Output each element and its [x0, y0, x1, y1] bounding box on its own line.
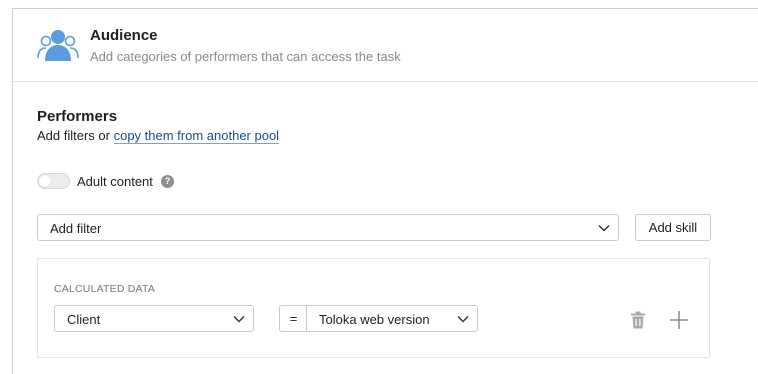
client-field-select[interactable]: Client: [54, 305, 254, 332]
performers-desc-prefix: Add filters or: [37, 128, 114, 143]
plus-icon[interactable]: [670, 311, 688, 329]
performers-description: Add filters or copy them from another po…: [37, 128, 280, 144]
add-skill-button[interactable]: Add skill: [635, 214, 711, 241]
add-filter-select[interactable]: Add filter: [37, 214, 619, 241]
chevron-down-icon: [598, 224, 610, 232]
chevron-down-icon: [233, 315, 245, 323]
value-select[interactable]: Toloka web version: [306, 305, 478, 332]
performers-title: Performers: [37, 108, 118, 125]
trash-icon[interactable]: [630, 311, 646, 329]
users-icon: [37, 30, 79, 61]
adult-content-toggle[interactable]: [37, 173, 70, 189]
audience-subtitle: Add categories of performers that can ac…: [90, 49, 401, 64]
operator-equals[interactable]: =: [279, 305, 307, 332]
help-icon[interactable]: ?: [161, 175, 174, 188]
add-filter-label: Add filter: [50, 221, 102, 236]
pool-settings-panel: Audience Add categories of performers th…: [12, 8, 758, 374]
client-field-label: Client: [67, 312, 101, 327]
audience-title: Audience: [90, 27, 158, 44]
toggle-knob: [39, 175, 51, 187]
calculated-data-label: CALCULATED DATA: [54, 283, 156, 295]
copy-filters-link[interactable]: copy them from another pool: [113, 128, 280, 144]
audience-section-header: Audience Add categories of performers th…: [13, 9, 758, 82]
filter-card: CALCULATED DATA Client = Toloka web vers…: [37, 258, 710, 358]
chevron-down-icon: [457, 315, 469, 323]
value-label: Toloka web version: [319, 312, 430, 327]
adult-content-label: Adult content: [77, 174, 153, 189]
